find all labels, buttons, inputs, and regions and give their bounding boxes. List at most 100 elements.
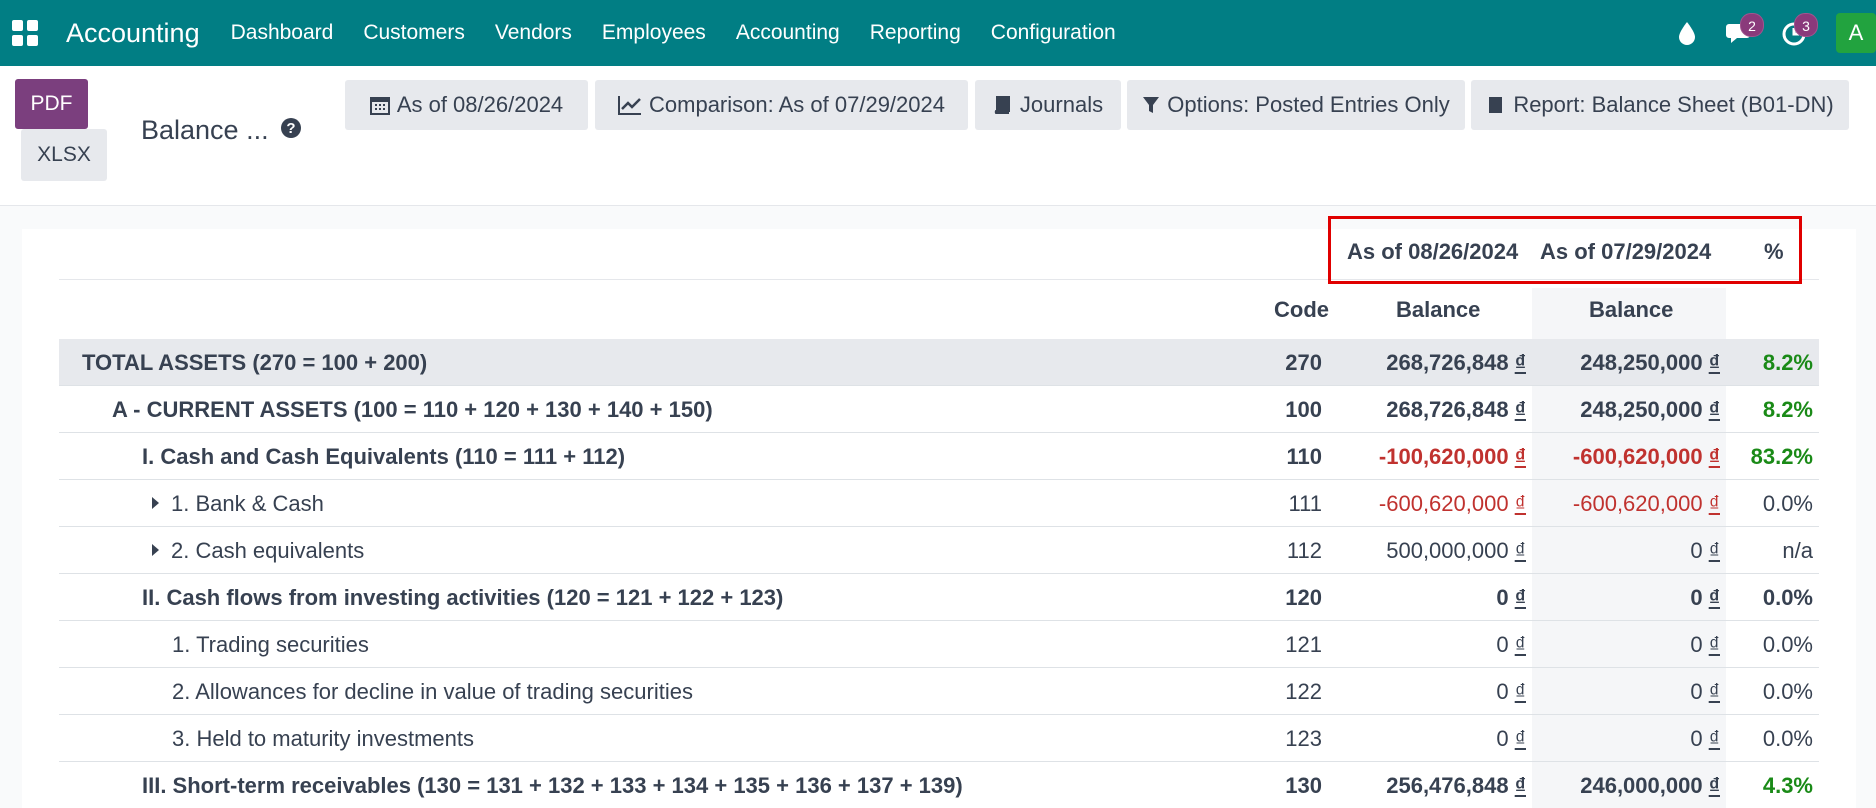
- row-code: 120: [1285, 585, 1322, 610]
- row-balance-comparison: 248,250,000 ₫: [1580, 350, 1720, 375]
- report-select-label: Report: Balance Sheet (B01-DN): [1513, 92, 1834, 117]
- row-balance-comparison: 0 ₫: [1690, 538, 1720, 563]
- column-header-balance-current: Balance: [1396, 297, 1481, 322]
- droplet-icon[interactable]: [1664, 13, 1710, 53]
- messages-badge: 2: [1740, 13, 1764, 37]
- row-balance-comparison: -600,620,000 ₫: [1572, 444, 1720, 469]
- row-balance-current: 0 ₫: [1496, 585, 1526, 610]
- row-balance-current: 268,726,848 ₫: [1386, 397, 1526, 422]
- menu-employees[interactable]: Employees: [602, 21, 706, 45]
- table-row[interactable]: 2. Allowances for decline in value of tr…: [59, 668, 1819, 715]
- row-percent: n/a: [1782, 538, 1813, 563]
- row-code: 130: [1285, 773, 1322, 798]
- row-balance-comparison: 248,250,000 ₫: [1580, 397, 1720, 422]
- table-row[interactable]: A - CURRENT ASSETS (100 = 110 + 120 + 13…: [59, 386, 1819, 433]
- row-label: II. Cash flows from investing activities…: [142, 585, 784, 610]
- menu-vendors[interactable]: Vendors: [495, 21, 572, 45]
- date-filter-button[interactable]: As of 08/26/2024: [345, 80, 588, 130]
- row-percent: 0.0%: [1762, 726, 1813, 751]
- options-filter-button[interactable]: Options: Posted Entries Only: [1127, 80, 1465, 130]
- row-code: 111: [1288, 491, 1322, 516]
- row-balance-current: 0 ₫: [1496, 679, 1526, 704]
- row-balance-current: 268,726,848 ₫: [1386, 350, 1526, 375]
- book-icon: [994, 96, 1010, 114]
- column-header-balance-comparison: Balance: [1589, 297, 1674, 322]
- messages-icon[interactable]: 2: [1718, 13, 1764, 53]
- row-balance-current: 500,000,000 ₫: [1386, 538, 1526, 563]
- menu-reporting[interactable]: Reporting: [870, 21, 961, 45]
- row-percent: 0.0%: [1762, 491, 1813, 516]
- row-label: 1. Trading securities: [172, 632, 369, 657]
- row-label: 3. Held to maturity investments: [172, 726, 475, 751]
- menu-accounting[interactable]: Accounting: [736, 21, 840, 45]
- row-label: I. Cash and Cash Equivalents (110 = 111 …: [142, 444, 626, 469]
- app-brand[interactable]: Accounting: [66, 18, 200, 49]
- row-code: 100: [1285, 397, 1322, 422]
- header-divider: [59, 279, 1819, 280]
- row-balance-current: -600,620,000 ₫: [1378, 491, 1526, 516]
- comparison-filter-label: Comparison: As of 07/29/2024: [649, 92, 945, 117]
- expand-caret-icon[interactable]: [152, 544, 159, 556]
- row-percent: 4.3%: [1762, 773, 1813, 798]
- row-code: 112: [1286, 538, 1322, 563]
- menu-dashboard[interactable]: Dashboard: [231, 21, 334, 45]
- table-row[interactable]: 1. Trading securities 121 0 ₫ 0 ₫ 0.0%: [59, 621, 1819, 668]
- row-balance-current: -100,620,000 ₫: [1378, 444, 1526, 469]
- row-percent: 83.2%: [1750, 444, 1813, 469]
- row-code: 110: [1286, 444, 1323, 469]
- xlsx-export-button[interactable]: XLSX: [21, 129, 107, 181]
- row-label: A - CURRENT ASSETS (100 = 110 + 120 + 13…: [112, 397, 713, 422]
- help-question-icon[interactable]: ?: [281, 118, 301, 138]
- column-header-code: Code: [1274, 297, 1329, 322]
- book-icon: [1489, 97, 1503, 113]
- row-percent: 0.0%: [1762, 679, 1813, 704]
- report-select-button[interactable]: Report: Balance Sheet (B01-DN): [1471, 80, 1849, 130]
- row-balance-comparison: 0 ₫: [1690, 632, 1720, 657]
- activities-clock-icon[interactable]: 3: [1772, 13, 1818, 53]
- top-navbar: Accounting Dashboard Customers Vendors E…: [0, 0, 1876, 66]
- row-label: 2. Allowances for decline in value of tr…: [172, 679, 693, 704]
- row-balance-comparison: -600,620,000 ₫: [1572, 491, 1720, 516]
- journals-filter-label: Journals: [1019, 92, 1104, 117]
- table-row[interactable]: I. Cash and Cash Equivalents (110 = 111 …: [59, 433, 1819, 480]
- line-chart-icon: [618, 96, 642, 115]
- row-code: 121: [1285, 632, 1322, 657]
- table-row[interactable]: TOTAL ASSETS (270 = 100 + 200) 270 268,7…: [59, 339, 1819, 386]
- table-row[interactable]: 1. Bank & Cash 111 -600,620,000 ₫ -600,6…: [59, 480, 1819, 527]
- table-row[interactable]: 2. Cash equivalents 112 500,000,000 ₫ 0 …: [59, 527, 1819, 574]
- user-avatar[interactable]: A: [1836, 13, 1876, 53]
- period-header-comparison: As of 07/29/2024: [1540, 239, 1712, 264]
- pdf-export-button[interactable]: PDF: [15, 79, 88, 129]
- row-label: 2. Cash equivalents: [171, 538, 365, 563]
- table-row[interactable]: II. Cash flows from investing activities…: [59, 574, 1819, 621]
- table-row[interactable]: 3. Held to maturity investments 123 0 ₫ …: [59, 715, 1819, 762]
- row-label: 1. Bank & Cash: [171, 491, 324, 516]
- date-filter-label: As of 08/26/2024: [396, 92, 564, 117]
- row-label: TOTAL ASSETS (270 = 100 + 200): [82, 350, 428, 375]
- row-balance-current: 0 ₫: [1496, 726, 1526, 751]
- row-balance-current: 0 ₫: [1496, 632, 1526, 657]
- row-balance-comparison: 0 ₫: [1690, 679, 1720, 704]
- row-balance-comparison: 0 ₫: [1690, 726, 1720, 751]
- filter-funnel-icon: [1143, 97, 1160, 113]
- activities-badge: 3: [1794, 13, 1818, 37]
- row-balance-comparison: 0 ₫: [1690, 585, 1720, 610]
- comparison-filter-button[interactable]: Comparison: As of 07/29/2024: [595, 80, 968, 130]
- row-percent: 8.2%: [1762, 350, 1813, 375]
- row-balance-current: 256,476,848 ₫: [1386, 773, 1526, 798]
- journals-filter-button[interactable]: Journals: [975, 80, 1121, 130]
- period-header-current: As of 08/26/2024: [1347, 239, 1519, 264]
- row-code: 123: [1285, 726, 1322, 751]
- menu-configuration[interactable]: Configuration: [991, 21, 1116, 45]
- period-header-percent: %: [1764, 239, 1784, 264]
- row-code: 270: [1285, 350, 1322, 375]
- expand-caret-icon[interactable]: [152, 497, 159, 509]
- row-balance-comparison: 246,000,000 ₫: [1580, 773, 1720, 798]
- control-panel: PDF XLSX Balance ... ? As of 08/26/2024 …: [0, 66, 1876, 206]
- row-percent: 0.0%: [1762, 585, 1813, 610]
- options-filter-label: Options: Posted Entries Only: [1167, 92, 1450, 117]
- report-title: Balance ...: [141, 115, 269, 145]
- apps-menu-icon[interactable]: [12, 20, 38, 46]
- table-row[interactable]: III. Short-term receivables (130 = 131 +…: [59, 762, 1819, 808]
- menu-customers[interactable]: Customers: [363, 21, 465, 45]
